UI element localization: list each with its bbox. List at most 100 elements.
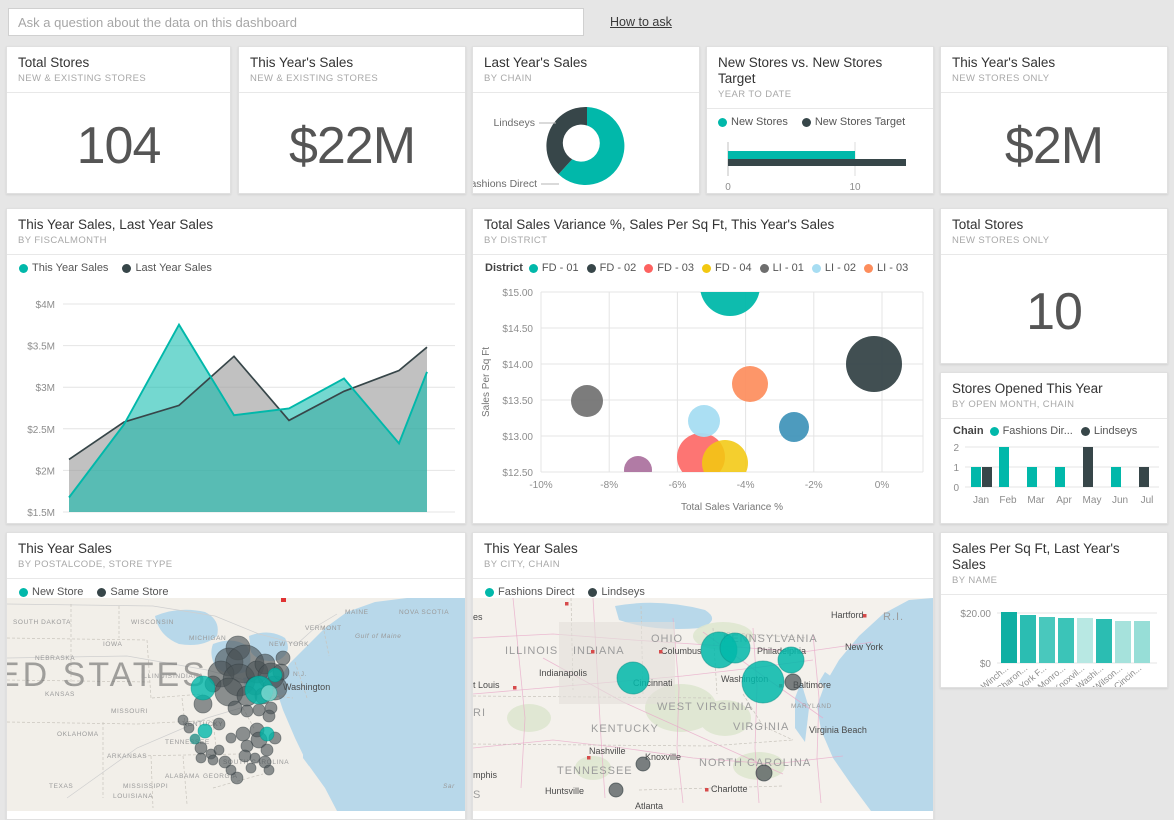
legend-item-fd-01[interactable]: FD - 01 [529,262,579,274]
legend-item-li-02[interactable]: LI - 02 [812,262,856,274]
bubble-li-05[interactable] [624,456,652,484]
tile-variance-by-district[interactable]: Total Sales Variance %, Sales Per Sq Ft,… [472,208,934,524]
bar-may-lindseys[interactable] [1083,447,1093,487]
map-svg[interactable]: ILLINOIS INDIANA OHIO PENNSYLVANIA WEST … [473,598,933,811]
map-bubble[interactable] [226,733,236,743]
legend-item-fd-03[interactable]: FD - 03 [644,262,694,274]
bubble-li-01[interactable] [571,385,603,417]
map-bubble[interactable] [226,765,236,775]
map-bubble[interactable] [213,718,225,730]
map-bubble-fd[interactable] [720,633,750,663]
legend-item-new-stores-target[interactable]: New Stores Target [802,116,905,128]
bubble-li-02[interactable] [688,405,720,437]
map-canvas[interactable]: ED STATES SOUTH DAKOTA WISCONSIN IOWA NE… [7,598,465,811]
tile-new-stores-vs-target[interactable]: New Stores vs. New Stores Target YEAR TO… [706,46,934,194]
how-to-ask-link[interactable]: How to ask [610,15,672,29]
map-bubble[interactable] [239,750,251,762]
map-bubble[interactable] [208,755,218,765]
bubble-chart[interactable]: $15.00 $14.50 $14.00 $13.50 $13.00 $12.5… [473,274,934,522]
bar-jan-fashions-direct[interactable] [971,467,981,487]
bubble-li-03[interactable] [732,366,768,402]
map-bubble[interactable] [263,710,275,722]
bullet-chart[interactable]: 0 10 [707,128,934,194]
map-bubble-fd[interactable] [617,662,649,694]
tile-total-stores-new[interactable]: Total Stores NEW STORES ONLY 10 [940,208,1168,364]
map-bubble[interactable] [196,753,206,763]
map-bubble-new[interactable] [261,685,277,701]
tile-sales-by-fiscalmonth[interactable]: This Year Sales, Last Year Sales BY FISC… [6,208,466,524]
bubble-fd-02[interactable] [846,336,902,392]
legend-item-fd-04[interactable]: FD - 04 [702,262,752,274]
legend-item-this-year-sales[interactable]: This Year Sales [19,262,108,274]
map-bubble[interactable] [236,727,250,741]
tile-this-year-sales-new[interactable]: This Year's Sales NEW STORES ONLY $2M [940,46,1168,194]
bar-jan-lindseys[interactable] [982,467,992,487]
legend-item-lindseys[interactable]: Lindseys [588,586,644,598]
legend-item-last-year-sales[interactable]: Last Year Sales [122,262,211,274]
qna-search-input[interactable] [8,8,584,36]
map-bubble-new[interactable] [191,676,215,700]
map-bubble[interactable] [241,705,253,717]
map-bubble-new[interactable] [190,734,200,744]
legend-item-new-stores[interactable]: New Stores [718,116,788,128]
map-svg[interactable]: ED STATES SOUTH DAKOTA WISCONSIN IOWA NE… [7,598,465,811]
bar-sharon[interactable] [1020,615,1036,663]
map-canvas[interactable]: ILLINOIS INDIANA OHIO PENNSYLVANIA WEST … [473,598,933,811]
map-bubble-new[interactable] [198,724,212,738]
map-bubble-fd[interactable] [742,661,784,703]
legend-item-new-store[interactable]: New Store [19,586,83,598]
map-bubble[interactable] [264,765,274,775]
bar-cincinnati[interactable] [1134,621,1150,663]
legend-item-same-store[interactable]: Same Store [97,586,168,598]
map-bubble-li[interactable] [785,674,801,690]
bar-york[interactable] [1039,617,1055,663]
bar-knoxville[interactable] [1077,618,1093,663]
bar-new-stores[interactable] [728,151,855,159]
map-bubble[interactable] [261,744,273,756]
map-bubble[interactable] [250,753,260,763]
legend-item-fashions-direct[interactable]: Fashions Direct [485,586,574,598]
map-bubble[interactable] [184,723,194,733]
bar-wilson[interactable] [1115,621,1131,663]
tile-this-year-sales-all[interactable]: This Year's Sales NEW & EXISTING STORES … [238,46,466,194]
map-bubble-li[interactable] [636,757,650,771]
area-this-year-sales[interactable] [69,325,427,512]
map-bubble-new[interactable] [268,668,282,682]
map-bubble[interactable] [214,745,224,755]
legend-item-li-03[interactable]: LI - 03 [864,262,908,274]
map-bubble-li[interactable] [609,783,623,797]
legend-item-fashions-direct[interactable]: Fashions Dir... [990,425,1073,437]
bar-jun-fashions-direct[interactable] [1111,467,1121,487]
bar-apr-fashions-direct[interactable] [1055,467,1065,487]
map-bubble-new[interactable] [260,727,274,741]
bar-jul-lindseys[interactable] [1139,467,1149,487]
bubble-fd-01[interactable] [700,274,760,316]
tile-map-postalcode[interactable]: This Year Sales BY POSTALCODE, STORE TYP… [6,532,466,820]
legend-item-fd-02[interactable]: FD - 02 [587,262,637,274]
sales-per-sqft-bar-chart[interactable]: $20.00 $0 Winch... Sharon... York F... M… [941,595,1168,688]
bar-winchester[interactable] [1001,612,1017,663]
donut-chart[interactable]: Lindseys Fashions Direct [473,93,700,194]
bar-feb-fashions-direct[interactable] [999,447,1009,487]
tile-last-year-sales-by-chain[interactable]: Last Year's Sales BY CHAIN Lindseys Fash… [472,46,700,194]
map-bubble[interactable] [228,701,242,715]
tile-total-stores-all[interactable]: Total Stores NEW & EXISTING STORES 104 [6,46,231,194]
map-bubble[interactable] [246,763,256,773]
bar-monroe[interactable] [1058,618,1074,663]
bar-mar-fashions-direct[interactable] [1027,467,1037,487]
legend-swatch-icon [529,264,538,273]
bubble-li-04[interactable] [779,412,809,442]
bar-new-stores-target[interactable] [728,159,906,166]
legend-item-lindseys[interactable]: Lindseys [1081,425,1137,437]
legend-item-li-01[interactable]: LI - 01 [760,262,804,274]
tile-map-city[interactable]: This Year Sales BY CITY, CHAIN Fashions … [472,532,934,820]
tile-stores-opened-this-year[interactable]: Stores Opened This Year BY OPEN MONTH, C… [940,372,1168,524]
stores-opened-bar-chart[interactable]: 2 1 0 [941,437,1168,523]
map-bubble-fd[interactable] [778,647,804,673]
map-bubble-li[interactable] [756,765,772,781]
bar-washington[interactable] [1096,619,1112,663]
area-chart[interactable]: $4M $3.5M $3M $2.5M $2M $1.5M Jan Feb Ma… [7,274,466,522]
map-bubble[interactable] [276,651,290,665]
city-label: es [473,612,483,622]
tile-sales-per-sqft-by-name[interactable]: Sales Per Sq Ft, Last Year's Sales BY NA… [940,532,1168,688]
